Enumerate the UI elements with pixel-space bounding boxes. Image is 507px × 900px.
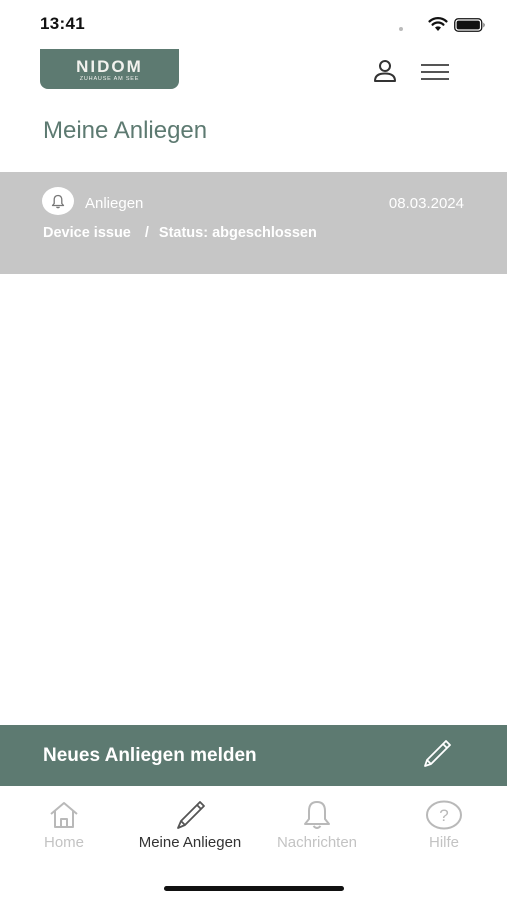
tab-home[interactable]: Home: [1, 800, 127, 851]
bell-icon: [304, 801, 330, 829]
tab-label: Nachrichten: [276, 834, 358, 851]
logo: NIDOM ZUHAUSE AM SEE: [40, 49, 179, 89]
request-status: Status: abgeschlossen: [158, 225, 317, 241]
home-indicator: [164, 886, 344, 891]
tab-hilfe[interactable]: ? Hilfe: [381, 800, 507, 851]
home-icon: [50, 802, 78, 828]
svg-text:?: ?: [439, 806, 448, 825]
request-separator: /: [144, 225, 149, 241]
tab-nachrichten[interactable]: Nachrichten: [254, 800, 380, 851]
menu-icon[interactable]: [420, 62, 450, 82]
help-icon: ?: [426, 800, 462, 830]
request-date: 08.03.2024: [388, 195, 464, 212]
request-card[interactable]: Anliegen 08.03.2024 Device issue / Status:…: [0, 172, 507, 274]
status-bar: 13:41: [0, 0, 507, 48]
pencil-icon: [177, 801, 205, 829]
signal-dot-icon: [399, 27, 403, 31]
status-time: 13:41: [40, 14, 85, 33]
wifi-icon: [428, 17, 448, 31]
tab-meine-anliegen[interactable]: Meine Anliegen: [127, 800, 253, 851]
pencil-icon: [424, 740, 451, 767]
tab-label: Meine Anliegen: [138, 834, 242, 851]
battery-icon: [454, 18, 485, 32]
logo-text: NIDOM: [76, 57, 143, 76]
new-request-label: Neues Anliegen melden: [43, 745, 257, 766]
request-type: Anliegen: [85, 195, 144, 212]
logo-subtext: ZUHAUSE AM SEE: [79, 76, 140, 82]
page-title: Meine Anliegen: [43, 117, 208, 144]
profile-icon[interactable]: [372, 59, 398, 83]
bell-icon: [42, 187, 74, 215]
tab-bar: Home Meine Anliegen Nachrichten ? Hilfe: [0, 786, 507, 900]
tab-label: Hilfe: [428, 834, 459, 851]
tab-label: Home: [43, 834, 84, 851]
request-summary: Device issue / Status: abgeschlossen: [43, 225, 317, 241]
request-subject: Device issue: [43, 225, 131, 241]
